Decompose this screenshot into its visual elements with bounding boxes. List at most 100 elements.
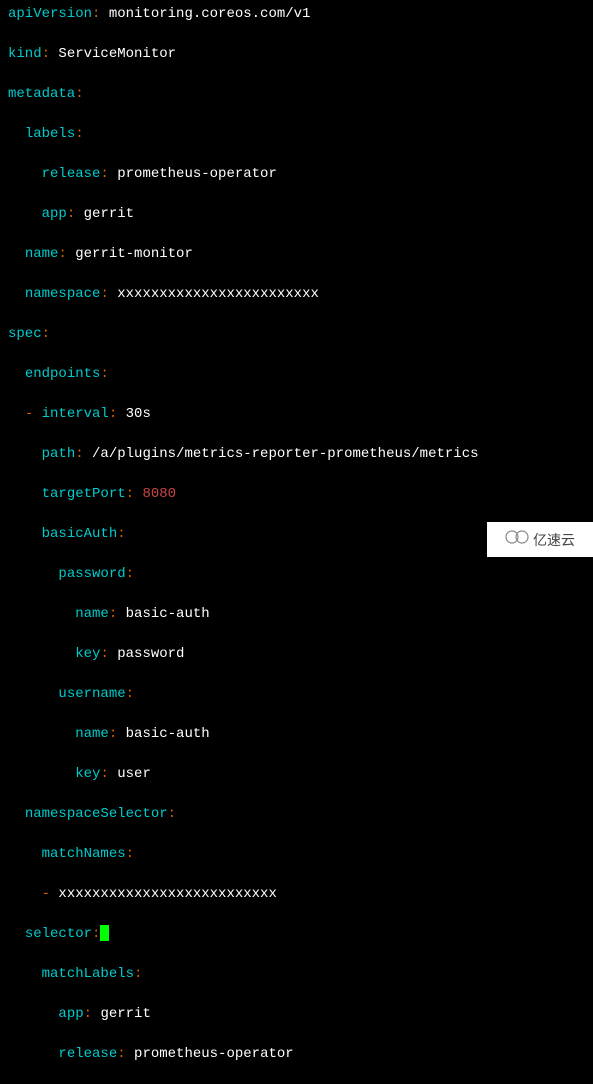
yaml-key: labels: [25, 126, 75, 142]
yaml-line: username:: [8, 684, 585, 704]
dash: -: [42, 886, 50, 902]
yaml-key: matchNames: [42, 846, 126, 862]
colon: :: [117, 526, 125, 542]
yaml-value: monitoring.coreos.com/v1: [109, 6, 311, 22]
yaml-line: release: prometheus-operator: [8, 164, 585, 184]
yaml-value: gerrit: [100, 1006, 150, 1022]
colon: :: [100, 766, 108, 782]
yaml-key: metadata: [8, 86, 75, 102]
yaml-key: namespaceSelector: [25, 806, 168, 822]
yaml-key: endpoints: [25, 366, 101, 382]
yaml-key: password: [58, 566, 125, 582]
colon: :: [84, 1006, 92, 1022]
colon: :: [92, 926, 100, 942]
yaml-key: app: [58, 1006, 83, 1022]
yaml-value: gerrit-monitor: [75, 246, 193, 262]
yaml-line: key: password: [8, 644, 585, 664]
yaml-line: app: gerrit: [8, 204, 585, 224]
yaml-line: app: gerrit: [8, 1004, 585, 1024]
yaml-value: prometheus-operator: [117, 166, 277, 182]
yaml-value: xxxxxxxxxxxxxxxxxxxxxxxxxx: [58, 886, 276, 902]
colon: :: [100, 166, 108, 182]
yaml-key: selector: [25, 926, 92, 942]
colon: :: [126, 846, 134, 862]
yaml-line: - interval: 30s: [8, 404, 585, 424]
yaml-line: key: user: [8, 764, 585, 784]
yaml-value: /a/plugins/metrics-reporter-prometheus/m…: [92, 446, 478, 462]
yaml-value: password: [117, 646, 184, 662]
yaml-line: name: basic-auth: [8, 604, 585, 624]
yaml-value: user: [117, 766, 151, 782]
yaml-value: basic-auth: [126, 606, 210, 622]
colon: :: [100, 366, 108, 382]
yaml-key: spec: [8, 326, 42, 342]
yaml-key: key: [75, 646, 100, 662]
yaml-line: - xxxxxxxxxxxxxxxxxxxxxxxxxx: [8, 884, 585, 904]
colon: :: [100, 646, 108, 662]
yaml-value: 8080: [142, 486, 176, 502]
yaml-line: name: gerrit-monitor: [8, 244, 585, 264]
yaml-line: namespaceSelector:: [8, 804, 585, 824]
yaml-line: namespace: xxxxxxxxxxxxxxxxxxxxxxxx: [8, 284, 585, 304]
yaml-key: app: [42, 206, 67, 222]
yaml-key: name: [75, 726, 109, 742]
yaml-line: matchNames:: [8, 844, 585, 864]
colon: :: [109, 406, 117, 422]
watermark-logo-icon: [505, 528, 529, 551]
colon: :: [126, 486, 134, 502]
cursor-icon: [100, 925, 109, 941]
colon: :: [168, 806, 176, 822]
yaml-value: xxxxxxxxxxxxxxxxxxxxxxxx: [117, 286, 319, 302]
yaml-value: prometheus-operator: [134, 1046, 294, 1062]
colon: :: [134, 966, 142, 982]
colon: :: [42, 46, 50, 62]
yaml-key: interval: [42, 406, 109, 422]
colon: :: [67, 206, 75, 222]
yaml-value: basic-auth: [126, 726, 210, 742]
yaml-value: 30s: [126, 406, 151, 422]
watermark-text: 亿速云: [533, 530, 575, 550]
yaml-line: apiVersion: monitoring.coreos.com/v1: [8, 4, 585, 24]
colon: :: [109, 726, 117, 742]
yaml-line: password:: [8, 564, 585, 584]
yaml-line: name: basic-auth: [8, 724, 585, 744]
yaml-line: matchLabels:: [8, 964, 585, 984]
yaml-line: metadata:: [8, 84, 585, 104]
yaml-key: release: [58, 1046, 117, 1062]
watermark: 亿速云: [487, 522, 593, 557]
colon: :: [100, 286, 108, 302]
colon: :: [92, 6, 100, 22]
colon: :: [42, 326, 50, 342]
yaml-key: name: [25, 246, 59, 262]
yaml-line: selector:: [8, 924, 585, 944]
yaml-key: username: [58, 686, 125, 702]
yaml-key: name: [75, 606, 109, 622]
yaml-key: targetPort: [42, 486, 126, 502]
yaml-line: labels:: [8, 124, 585, 144]
yaml-line: kind: ServiceMonitor: [8, 44, 585, 64]
yaml-key: release: [42, 166, 101, 182]
yaml-value: gerrit: [84, 206, 134, 222]
colon: :: [75, 86, 83, 102]
yaml-key: basicAuth: [42, 526, 118, 542]
yaml-key: path: [42, 446, 76, 462]
yaml-value: ServiceMonitor: [58, 46, 176, 62]
yaml-key: apiVersion: [8, 6, 92, 22]
yaml-line: path: /a/plugins/metrics-reporter-promet…: [8, 444, 585, 464]
colon: :: [75, 126, 83, 142]
yaml-line: release: prometheus-operator: [8, 1044, 585, 1064]
yaml-key: namespace: [25, 286, 101, 302]
colon: :: [126, 686, 134, 702]
yaml-key: key: [75, 766, 100, 782]
yaml-key: kind: [8, 46, 42, 62]
colon: :: [75, 446, 83, 462]
colon: :: [126, 566, 134, 582]
colon: :: [109, 606, 117, 622]
yaml-line: endpoints:: [8, 364, 585, 384]
colon: :: [58, 246, 66, 262]
yaml-key: matchLabels: [42, 966, 134, 982]
yaml-line: targetPort: 8080: [8, 484, 585, 504]
dash: -: [25, 406, 33, 422]
yaml-line: spec:: [8, 324, 585, 344]
colon: :: [117, 1046, 125, 1062]
